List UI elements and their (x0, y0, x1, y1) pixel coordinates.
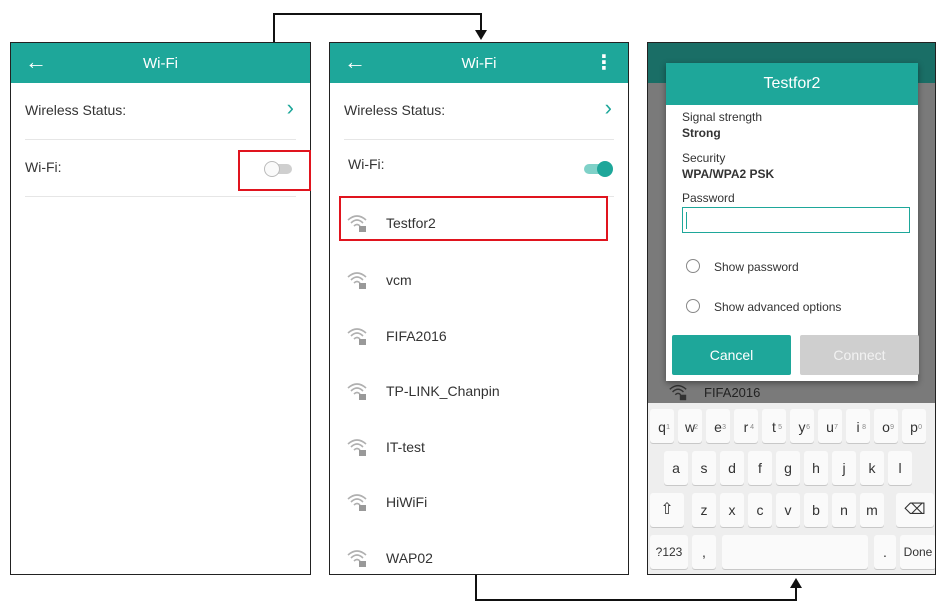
connect-button[interactable]: Connect (800, 335, 919, 375)
key-i[interactable]: i8 (846, 409, 870, 443)
highlight-wifi-toggle (238, 150, 311, 191)
wireless-status-label: Wireless Status: (25, 102, 127, 118)
connect-dialog: Testfor2 Signal strength Strong Security… (666, 63, 919, 381)
key-f[interactable]: f (748, 451, 772, 485)
key-y[interactable]: y6 (790, 409, 814, 443)
key-l[interactable]: l (888, 451, 912, 485)
security-value: WPA/WPA2 PSK (682, 167, 775, 181)
network-name: TP-LINK_Chanpin (386, 383, 500, 399)
key-e[interactable]: e3 (706, 409, 730, 443)
key-j[interactable]: j (832, 451, 856, 485)
wifi-lock-icon (347, 439, 367, 456)
wireless-status-label: Wireless Status: (344, 102, 446, 118)
network-name: WAP02 (386, 550, 433, 566)
space-key[interactable] (722, 535, 868, 569)
signal-strength-label: Signal strength (682, 110, 763, 124)
key-u[interactable]: u7 (818, 409, 842, 443)
wifi-lock-icon (347, 272, 367, 289)
wireless-status-row[interactable]: Wireless Status: › (25, 83, 296, 140)
network-item[interactable]: WAP02 (344, 532, 614, 574)
wifi-lock-icon (347, 550, 367, 567)
soft-keyboard: q1 w2 e3 r4 t5 y6 u7 i8 o9 p0 a s d f g … (648, 403, 935, 574)
network-name: FIFA2016 (704, 385, 761, 400)
wifi-label: Wi-Fi: (348, 156, 385, 172)
network-name: vcm (386, 272, 412, 288)
page-title: Wi-Fi (461, 55, 497, 72)
wifi-lock-icon (347, 494, 367, 511)
page-title: Wi-Fi (143, 55, 178, 72)
key-r[interactable]: r4 (734, 409, 758, 443)
period-key[interactable]: . (874, 535, 896, 569)
signal-strength-value: Strong (682, 126, 721, 140)
network-item[interactable]: TP-LINK_Chanpin (344, 365, 614, 421)
key-n[interactable]: n (832, 493, 856, 527)
key-b[interactable]: b (804, 493, 828, 527)
key-x[interactable]: x (720, 493, 744, 527)
network-name: FIFA2016 (386, 328, 447, 344)
title-bar: ← Wi-Fi (11, 43, 310, 83)
key-s[interactable]: s (692, 451, 716, 485)
key-q[interactable]: q1 (650, 409, 674, 443)
network-item[interactable]: vcm (344, 254, 614, 310)
shift-icon[interactable]: ⇧ (650, 493, 684, 527)
network-name: IT-test (386, 439, 425, 455)
key-o[interactable]: o9 (874, 409, 898, 443)
wifi-lock-icon (347, 328, 367, 345)
key-g[interactable]: g (776, 451, 800, 485)
title-bar: ← Wi-Fi ⋮ (330, 43, 628, 83)
done-key[interactable]: Done (900, 535, 935, 569)
chevron-right-icon: › (286, 95, 294, 120)
wireless-status-row[interactable]: Wireless Status: › (344, 83, 614, 140)
wifi-settings-screen-on: ← Wi-Fi ⋮ Wireless Status: › Wi-Fi: Test… (329, 42, 629, 575)
key-c[interactable]: c (748, 493, 772, 527)
key-h[interactable]: h (804, 451, 828, 485)
network-name: HiWiFi (386, 494, 428, 510)
wifi-lock-icon (669, 384, 687, 401)
wifi-toggle-switch[interactable] (584, 161, 613, 177)
cancel-button[interactable]: Cancel (672, 335, 791, 375)
show-advanced-label: Show advanced options (714, 300, 842, 314)
key-k[interactable]: k (860, 451, 884, 485)
password-input[interactable] (682, 207, 910, 233)
key-p[interactable]: p0 (902, 409, 926, 443)
highlight-network-testfor2 (339, 196, 608, 241)
wifi-lock-icon (347, 383, 367, 400)
dialog-title: Testfor2 (666, 63, 918, 105)
key-a[interactable]: a (664, 451, 688, 485)
show-password-label: Show password (714, 260, 799, 274)
comma-key[interactable]: , (692, 535, 716, 569)
key-t[interactable]: t5 (762, 409, 786, 443)
key-v[interactable]: v (776, 493, 800, 527)
backspace-icon[interactable]: ⌫ (896, 493, 934, 527)
key-d[interactable]: d (720, 451, 744, 485)
network-item[interactable]: HiWiFi (344, 476, 614, 532)
network-item[interactable]: IT-test (344, 421, 614, 477)
wifi-settings-screen-off: ← Wi-Fi Wireless Status: › Wi-Fi: (10, 42, 311, 575)
password-label: Password (682, 191, 735, 205)
symbols-key[interactable]: ?123 (650, 535, 688, 569)
network-item[interactable]: FIFA2016 (344, 310, 614, 366)
show-advanced-radio[interactable] (686, 299, 700, 313)
security-label: Security (682, 151, 726, 165)
key-m[interactable]: m (860, 493, 884, 527)
wifi-label: Wi-Fi: (25, 159, 62, 175)
wifi-password-dialog-screen: FIFA2016 Testfor2 Signal strength Strong… (647, 42, 936, 575)
show-password-radio[interactable] (686, 259, 700, 273)
key-z[interactable]: z (692, 493, 716, 527)
text-cursor (686, 212, 687, 229)
wifi-toggle-row[interactable]: Wi-Fi: (348, 140, 614, 197)
key-w[interactable]: w2 (678, 409, 702, 443)
more-vert-icon[interactable]: ⋮ (594, 50, 614, 75)
chevron-right-icon: › (604, 95, 612, 120)
